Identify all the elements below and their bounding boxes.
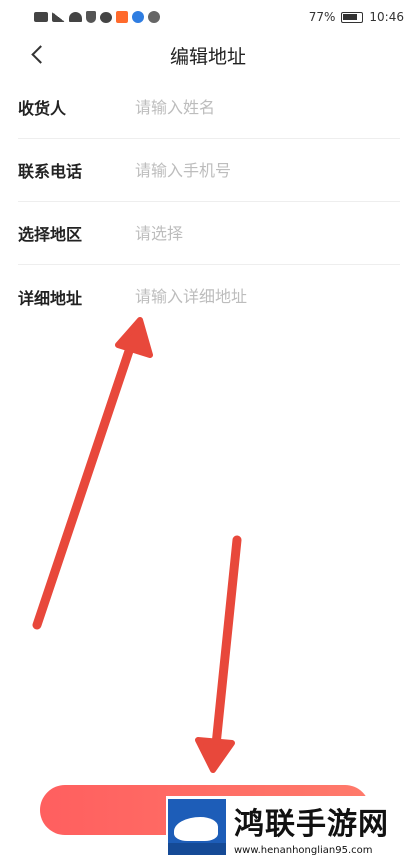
form-row-region[interactable]: 选择地区 [18,202,400,265]
status-icons [34,11,160,23]
watermark-logo [168,799,226,855]
status-bar: 77% 10:46 [0,0,416,34]
arrow-up-to-address [32,317,153,630]
address-label: 详细地址 [18,288,83,308]
address-input[interactable] [135,287,355,306]
form-row-recipient[interactable]: 收货人 [18,76,400,139]
nav-bar: 编辑地址 [0,34,416,74]
phone-input[interactable] [135,160,355,180]
form-row-phone[interactable]: 联系电话 [18,139,400,202]
wifi-icon [69,12,82,22]
phone-label: 联系电话 [18,162,83,181]
music-icon [132,11,144,23]
signal-icon [52,12,65,22]
region-label: 选择地区 [18,225,83,244]
form-row-address[interactable]: 详细地址 [18,265,400,328]
battery-percent: 77% [308,10,336,24]
arrow-down-to-button [195,535,242,773]
recipient-label: 收货人 [18,99,67,118]
watermark-text: 鸿联手游网 www.henanhonglian95.com [234,799,389,856]
region-select[interactable] [135,223,355,243]
app-icon [116,11,128,23]
watermark-url: www.henanhonglian95.com [234,844,373,856]
status-right: 77% 10:46 [309,10,404,24]
app-icon [148,11,160,23]
page-title: 编辑地址 [169,46,246,68]
hd-icon [34,12,48,22]
address-form: 收货人 联系电话 选择地区 详细地址 [0,76,416,328]
recipient-input[interactable] [135,97,355,117]
chat-icon [100,11,112,23]
battery-icon [341,11,364,23]
watermark: 鸿联手游网 www.henanhonglian95.com [166,796,416,858]
clock: 10:46 [369,10,404,24]
watermark-name: 鸿联手游网 [234,806,389,842]
shield-icon [86,11,96,23]
